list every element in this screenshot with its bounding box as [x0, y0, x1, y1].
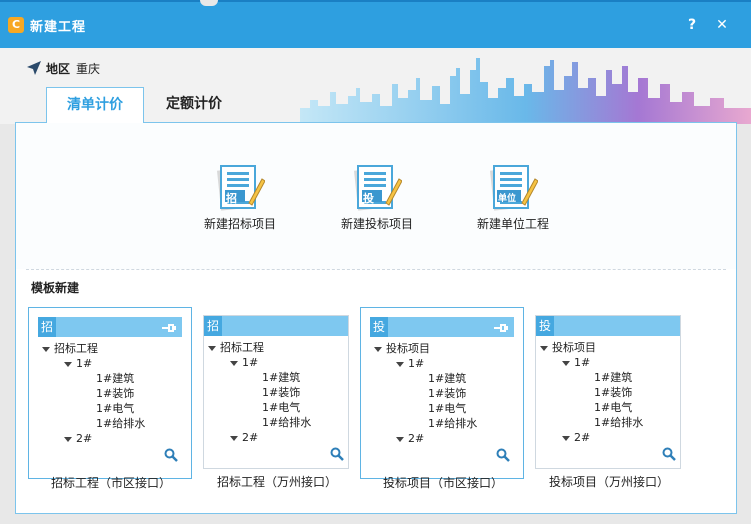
- template-card[interactable]: 招 招标工程 1# 1#建筑 1#装饰 1#电气 1#给排水 2# 招标工程（万…: [195, 307, 359, 489]
- template-preview: 投 投标项目 1# 1#建筑 1#装饰 1#电气 1#给排水 2#: [370, 317, 514, 469]
- template-card[interactable]: 投 投标项目 1# 1#建筑 1#装饰 1#电气 1#给排水 2# 投标项目（市…: [360, 307, 524, 490]
- new-tender-project-label: 新建招标项目: [203, 217, 276, 231]
- tree-item[interactable]: 1#电气: [204, 400, 348, 415]
- expand-arrow-icon[interactable]: [64, 436, 72, 442]
- pin-icon[interactable]: [494, 322, 509, 336]
- template-card[interactable]: 投 投标项目 1# 1#建筑 1#装饰 1#电气 1#给排水 2# 投标项目（万…: [527, 307, 691, 489]
- card-caption[interactable]: 投标项目（万州接口）: [527, 473, 691, 490]
- location-arrow-icon: [26, 60, 42, 79]
- close-button[interactable]: ✕: [712, 15, 732, 35]
- region-label: 地区: [46, 62, 71, 76]
- tree-building-1[interactable]: 1#: [536, 355, 680, 370]
- card-caption[interactable]: 投标项目（市区接口）: [361, 474, 525, 491]
- app-logo-icon: C: [8, 17, 24, 33]
- template-card[interactable]: 招 招标工程 1# 1#建筑 1#装饰 1#电气 1#给排水 2# 招标工程（市…: [28, 307, 192, 490]
- tree-building-1[interactable]: 1#: [38, 356, 182, 371]
- card-header: 招: [204, 316, 348, 336]
- tree-building-2[interactable]: 2#: [536, 430, 680, 445]
- card-tag: 招: [204, 316, 222, 336]
- region-value[interactable]: 重庆: [76, 62, 100, 76]
- template-preview: 招 招标工程 1# 1#建筑 1#装饰 1#电气 1#给排水 2#: [203, 315, 349, 469]
- project-tree: 招标工程 1# 1#建筑 1#装饰 1#电气 1#给排水 2#: [38, 341, 182, 446]
- unit-document-icon: 单位: [488, 163, 539, 211]
- tree-item[interactable]: 1#装饰: [536, 385, 680, 400]
- tree-item[interactable]: 1#建筑: [370, 371, 514, 386]
- magnifier-icon[interactable]: [662, 447, 676, 464]
- expand-arrow-icon[interactable]: [396, 361, 404, 367]
- expand-arrow-icon[interactable]: [562, 435, 570, 441]
- region-selector[interactable]: 地区 重庆: [26, 60, 100, 79]
- project-tree: 投标项目 1# 1#建筑 1#装饰 1#电气 1#给排水 2#: [370, 341, 514, 446]
- card-header: 投: [536, 316, 680, 336]
- project-tree: 招标工程 1# 1#建筑 1#装饰 1#电气 1#给排水 2#: [204, 340, 348, 445]
- tree-root[interactable]: 招标工程: [38, 341, 182, 356]
- tree-item[interactable]: 1#装饰: [204, 385, 348, 400]
- new-unit-project-label: 新建单位工程: [476, 217, 549, 231]
- tree-item[interactable]: 1#给排水: [370, 416, 514, 431]
- tree-building-2[interactable]: 2#: [370, 431, 514, 446]
- card-header: 投: [370, 317, 514, 337]
- tree-item[interactable]: 1#电气: [370, 401, 514, 416]
- card-header: 招: [38, 317, 182, 337]
- expand-arrow-icon[interactable]: [562, 360, 570, 366]
- tree-item[interactable]: 1#电气: [536, 400, 680, 415]
- magnifier-icon[interactable]: [164, 448, 178, 465]
- new-bid-project-button[interactable]: 投 新建投标项目: [317, 163, 437, 232]
- expand-arrow-icon[interactable]: [208, 345, 216, 351]
- section-divider: [26, 269, 726, 270]
- tree-root[interactable]: 招标工程: [204, 340, 348, 355]
- tree-item[interactable]: 1#建筑: [38, 371, 182, 386]
- template-section-title: 模板新建: [31, 281, 80, 295]
- tree-item[interactable]: 1#建筑: [536, 370, 680, 385]
- bid-doc-tag: 投: [363, 192, 374, 205]
- template-preview: 招 招标工程 1# 1#建筑 1#装饰 1#电气 1#给排水 2#: [38, 317, 182, 469]
- tree-building-1[interactable]: 1#: [204, 355, 348, 370]
- tree-root[interactable]: 投标项目: [370, 341, 514, 356]
- tab-bill-pricing[interactable]: 清单计价: [46, 87, 144, 123]
- tree-item[interactable]: 1#给排水: [204, 415, 348, 430]
- city-skyline-image: [300, 48, 751, 124]
- expand-arrow-icon[interactable]: [64, 361, 72, 367]
- help-button[interactable]: ?: [682, 15, 702, 35]
- tender-doc-tag: 招: [226, 192, 237, 205]
- expand-arrow-icon[interactable]: [396, 436, 404, 442]
- tree-building-2[interactable]: 2#: [204, 430, 348, 445]
- tender-document-icon: 招: [215, 163, 266, 211]
- card-tag: 招: [38, 317, 56, 337]
- tree-item[interactable]: 1#装饰: [38, 386, 182, 401]
- tab-quota-pricing[interactable]: 定额计价: [148, 87, 240, 123]
- tree-root[interactable]: 投标项目: [536, 340, 680, 355]
- title-notch: [200, 0, 218, 6]
- tree-building-1[interactable]: 1#: [370, 356, 514, 371]
- tree-item[interactable]: 1#给排水: [38, 416, 182, 431]
- new-unit-project-button[interactable]: 单位 新建单位工程: [453, 163, 573, 232]
- title-bar: C 新建工程 ? ✕: [0, 0, 751, 48]
- card-caption[interactable]: 招标工程（万州接口）: [195, 473, 359, 490]
- unit-doc-tag: 单位: [498, 194, 517, 204]
- tree-item[interactable]: 1#建筑: [204, 370, 348, 385]
- content-panel: 招 新建招标项目 投 新建投标项目 单位 新建单位工程 模板新建 招 招标工程 …: [15, 122, 737, 514]
- expand-arrow-icon[interactable]: [42, 346, 50, 352]
- new-tender-project-button[interactable]: 招 新建招标项目: [180, 163, 300, 232]
- window-title: 新建工程: [30, 20, 87, 35]
- bid-document-icon: 投: [352, 163, 403, 211]
- expand-arrow-icon[interactable]: [540, 345, 548, 351]
- tree-item[interactable]: 1#电气: [38, 401, 182, 416]
- pin-icon[interactable]: [162, 322, 177, 336]
- magnifier-icon[interactable]: [330, 447, 344, 464]
- magnifier-icon[interactable]: [496, 448, 510, 465]
- card-tag: 投: [536, 316, 554, 336]
- tree-building-2[interactable]: 2#: [38, 431, 182, 446]
- tree-item[interactable]: 1#给排水: [536, 415, 680, 430]
- card-tag: 投: [370, 317, 388, 337]
- expand-arrow-icon[interactable]: [374, 346, 382, 352]
- template-preview: 投 投标项目 1# 1#建筑 1#装饰 1#电气 1#给排水 2#: [535, 315, 681, 469]
- card-caption[interactable]: 招标工程（市区接口）: [29, 474, 193, 491]
- project-tree: 投标项目 1# 1#建筑 1#装饰 1#电气 1#给排水 2#: [536, 340, 680, 445]
- expand-arrow-icon[interactable]: [230, 360, 238, 366]
- tree-item[interactable]: 1#装饰: [370, 386, 514, 401]
- expand-arrow-icon[interactable]: [230, 435, 238, 441]
- new-bid-project-label: 新建投标项目: [340, 217, 413, 231]
